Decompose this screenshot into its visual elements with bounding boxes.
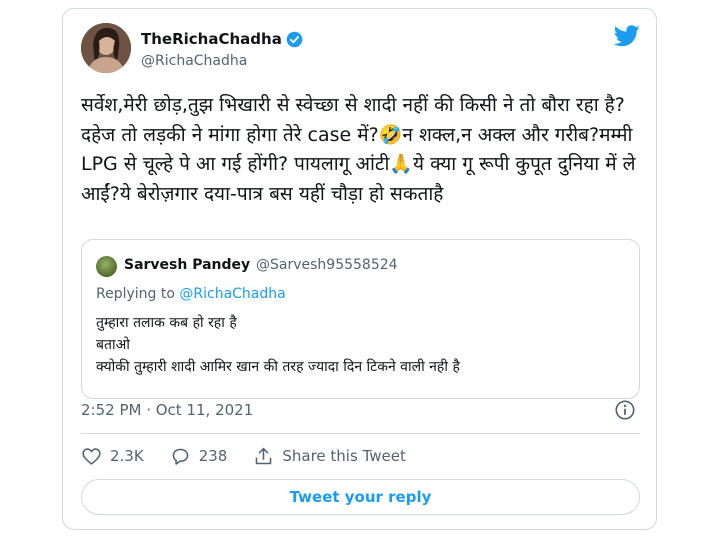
action-bar: 2.3K 238 Share this Tweet: [81, 445, 432, 467]
quoted-avatar[interactable]: [96, 256, 117, 277]
reply-count: 238: [198, 447, 228, 465]
replying-to-line: Replying to @RichaChadha: [96, 286, 286, 302]
quoted-display-name[interactable]: Sarvesh Pandey: [124, 257, 250, 273]
tweet-text: सर्वेश,मेरी छोड़,तुझ भिखारी से स्वेच्छा …: [81, 94, 636, 205]
like-action[interactable]: 2.3K: [81, 446, 144, 467]
quoted-handle[interactable]: @Sarvesh95558524: [256, 257, 398, 273]
share-icon[interactable]: [253, 446, 274, 467]
author-name[interactable]: TheRichaChadha: [141, 30, 303, 48]
verified-badge-icon: [286, 31, 303, 47]
twitter-bird-icon[interactable]: [614, 25, 640, 47]
quoted-text: तुम्हारा तलाक कब हो रहा है बताओ क्योकी त…: [96, 315, 460, 375]
share-label: Share this Tweet: [282, 447, 406, 465]
info-icon[interactable]: [614, 399, 636, 421]
author-avatar[interactable]: [81, 23, 131, 73]
share-action[interactable]: Share this Tweet: [253, 446, 406, 467]
tweet-reply-button[interactable]: Tweet your reply: [81, 479, 640, 515]
reply-icon[interactable]: [170, 446, 191, 467]
author-display-name[interactable]: TheRichaChadha: [141, 30, 282, 48]
tweet-timestamp[interactable]: 2:52 PM · Oct 11, 2021: [81, 401, 253, 419]
quoted-tweet[interactable]: Sarvesh Pandey @Sarvesh95558524 Replying…: [81, 239, 640, 399]
tweet-card: TheRichaChadha @RichaChadha सर्वेश,मेरी …: [62, 8, 657, 530]
like-count: 2.3K: [110, 447, 144, 465]
replying-to-mention[interactable]: @RichaChadha: [179, 286, 285, 302]
replying-to-prefix: Replying to: [96, 286, 180, 302]
author-handle[interactable]: @RichaChadha: [141, 53, 247, 69]
reply-action[interactable]: 238: [170, 446, 228, 467]
avatar-photo: [81, 23, 131, 73]
divider: [81, 433, 640, 434]
heart-icon[interactable]: [81, 446, 102, 467]
